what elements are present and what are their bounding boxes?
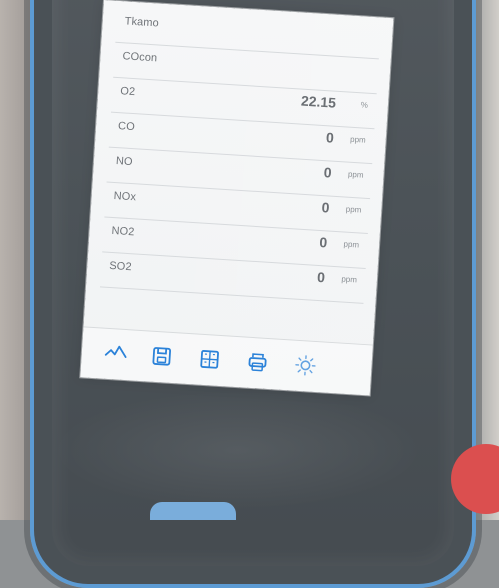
row-label-no: NO	[115, 155, 133, 169]
row-label-cocon: COcon	[122, 50, 158, 65]
screen-wrapper: Tkamo COcon O2 22.15 % CO 0 ppm NO 0 ppm…	[80, 0, 394, 396]
row-value-nox: 0	[321, 199, 330, 216]
print-icon[interactable]	[245, 350, 270, 375]
row-unit-no2: ppm	[343, 239, 360, 250]
row-value-o2: 22.15	[300, 92, 337, 111]
row-label-o2: O2	[119, 85, 136, 99]
row-label-co: CO	[117, 120, 136, 134]
row-label-so2: SO2	[108, 259, 132, 274]
row-value-no: 0	[323, 164, 333, 181]
bottom-accent	[150, 502, 236, 520]
row-value-no2: 0	[318, 234, 328, 251]
settings-icon[interactable]	[293, 353, 318, 378]
save-icon[interactable]	[149, 344, 174, 369]
grid-icon[interactable]	[197, 347, 222, 372]
row-unit-co: ppm	[349, 134, 366, 145]
row-unit-o2: %	[360, 100, 369, 110]
row-unit-no: ppm	[347, 169, 364, 180]
row-value-so2: 0	[316, 268, 326, 286]
row-label-nox: NOx	[113, 190, 137, 204]
row-label-tkamo: Tkamo	[124, 15, 160, 30]
row-label-no2: NO2	[111, 224, 135, 239]
row-unit-so2: ppm	[341, 274, 358, 285]
device-shade	[50, 390, 425, 510]
row-value-co: 0	[325, 129, 335, 146]
row-unit-nox: ppm	[345, 204, 362, 215]
screen: Tkamo COcon O2 22.15 % CO 0 ppm NO 0 ppm…	[80, 0, 394, 396]
trend-icon[interactable]	[103, 341, 128, 366]
